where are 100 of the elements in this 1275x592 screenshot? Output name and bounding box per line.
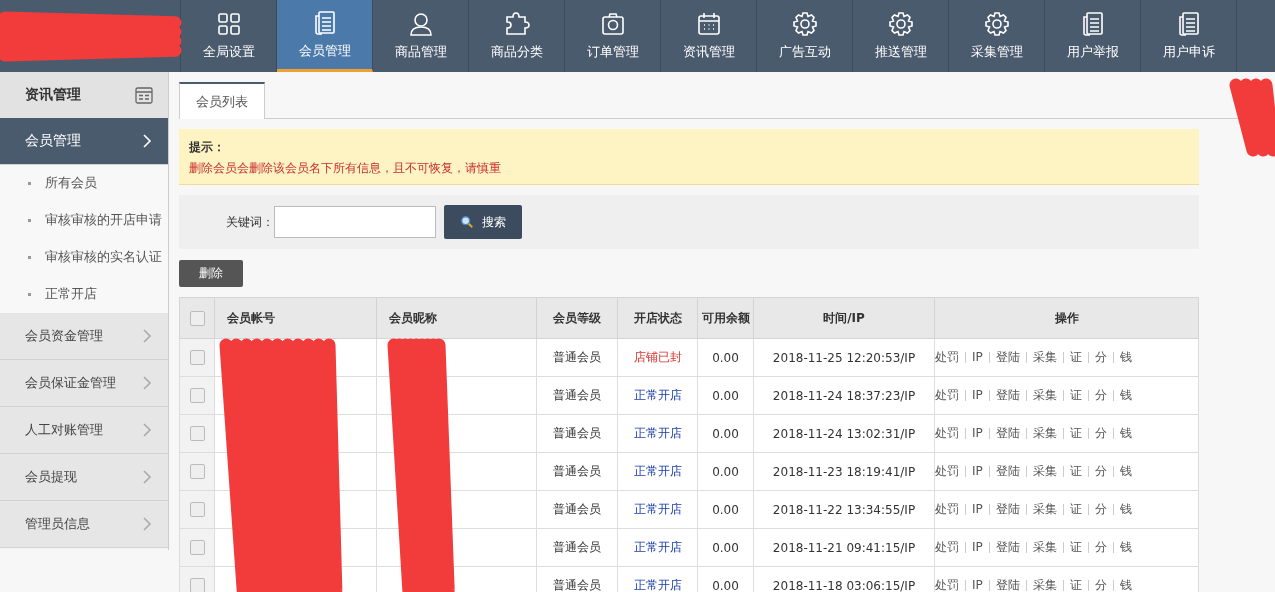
- table-cell: 0.00: [697, 452, 754, 491]
- action-link[interactable]: 处罚: [935, 464, 965, 478]
- tab[interactable]: 会员列表: [179, 82, 265, 119]
- action-link[interactable]: 采集: [1032, 464, 1063, 478]
- action-link[interactable]: 处罚: [935, 502, 965, 516]
- nav-tab[interactable]: 会员管理: [277, 0, 373, 72]
- action-link[interactable]: 处罚: [935, 388, 965, 402]
- action-link[interactable]: 处罚: [935, 426, 965, 440]
- action-link[interactable]: 登陆: [995, 350, 1026, 364]
- action-link[interactable]: IP: [972, 426, 989, 440]
- sidebar-group[interactable]: 人工对账管理: [0, 407, 168, 454]
- row-checkbox[interactable]: [189, 502, 205, 517]
- keyword-field[interactable]: [274, 206, 436, 238]
- action-link[interactable]: 钱: [1119, 502, 1138, 516]
- sidebar-item[interactable]: 所有会员: [0, 165, 168, 202]
- nav-tab[interactable]: 商品管理: [373, 0, 469, 72]
- select-all-checkbox[interactable]: [189, 310, 205, 326]
- action-link[interactable]: 证: [1069, 540, 1088, 554]
- action-link[interactable]: 登陆: [995, 502, 1026, 516]
- action-link[interactable]: 钱: [1119, 350, 1138, 364]
- gear-icon: [791, 11, 818, 37]
- action-link[interactable]: 采集: [1032, 350, 1063, 364]
- gear-icon: [887, 11, 914, 37]
- table-cell: 0.00: [697, 528, 754, 567]
- sidebar-group[interactable]: 会员提现: [0, 454, 168, 501]
- nav-tab[interactable]: 商品分类: [469, 0, 565, 72]
- sidebar-group[interactable]: 会员资金管理: [0, 313, 168, 360]
- action-link[interactable]: 登陆: [995, 578, 1026, 592]
- action-link[interactable]: IP: [972, 502, 989, 516]
- action-link[interactable]: 钱: [1119, 426, 1138, 440]
- table-cell: 2018-11-24 18:37:23/IP: [753, 376, 935, 415]
- sidebar-item[interactable]: 正常开店: [0, 276, 168, 313]
- action-link[interactable]: 登陆: [995, 388, 1026, 402]
- chevron-icon: [142, 133, 152, 149]
- nav-tab[interactable]: 广告互动: [757, 0, 853, 72]
- nav-tab[interactable]: 用户举报: [1045, 0, 1141, 72]
- table-cell: 2018-11-25 12:20:53/IP: [753, 338, 935, 377]
- column-header: 会员帐号: [214, 297, 377, 339]
- column-header: 时间/IP: [753, 297, 935, 339]
- notice-text: 删除会员会删除该会员名下所有信息，且不可恢复，请慎重: [189, 160, 502, 177]
- action-link[interactable]: 处罚: [935, 350, 965, 364]
- action-link[interactable]: 证: [1069, 578, 1088, 592]
- action-link[interactable]: 分: [1094, 464, 1113, 478]
- delete-button[interactable]: 删除: [179, 260, 243, 287]
- nav-tab[interactable]: 用户申诉: [1141, 0, 1237, 72]
- search-button[interactable]: 搜索: [444, 205, 522, 239]
- action-link[interactable]: 登陆: [995, 540, 1026, 554]
- action-link[interactable]: 采集: [1032, 426, 1063, 440]
- row-checkbox[interactable]: [189, 540, 205, 555]
- calendar-icon: [134, 85, 154, 105]
- nav-tab[interactable]: 订单管理: [565, 0, 661, 72]
- action-link[interactable]: 证: [1069, 464, 1088, 478]
- sidebar-group[interactable]: 管理员信息: [0, 501, 168, 548]
- sidebar-group[interactable]: 会员保证金管理: [0, 360, 168, 407]
- search-icon: [460, 215, 474, 229]
- sidebar-group[interactable]: 会员管理: [0, 118, 168, 165]
- action-link[interactable]: 钱: [1119, 388, 1138, 402]
- action-link[interactable]: IP: [972, 578, 989, 592]
- action-link[interactable]: 证: [1069, 502, 1088, 516]
- row-checkbox[interactable]: [189, 426, 205, 441]
- chevron-icon: [142, 422, 152, 438]
- action-link[interactable]: 采集: [1032, 578, 1063, 592]
- action-link[interactable]: 分: [1094, 502, 1113, 516]
- action-link[interactable]: 钱: [1119, 464, 1138, 478]
- action-link[interactable]: IP: [972, 540, 989, 554]
- action-link[interactable]: IP: [972, 464, 989, 478]
- action-link[interactable]: 采集: [1032, 388, 1063, 402]
- action-link[interactable]: 登陆: [995, 426, 1026, 440]
- action-link[interactable]: 处罚: [935, 578, 965, 592]
- action-link[interactable]: 证: [1069, 388, 1088, 402]
- action-link[interactable]: 分: [1094, 540, 1113, 554]
- action-link[interactable]: IP: [972, 350, 989, 364]
- action-link[interactable]: IP: [972, 388, 989, 402]
- action-link[interactable]: 证: [1069, 350, 1088, 364]
- chevron-icon: [142, 375, 152, 391]
- table-cell: 2018-11-22 13:34:55/IP: [753, 490, 935, 529]
- action-link[interactable]: 分: [1094, 426, 1113, 440]
- table-cell: 普通会员: [536, 528, 618, 567]
- nav-tab[interactable]: 采集管理: [949, 0, 1045, 72]
- nav-tab[interactable]: 资讯管理: [661, 0, 757, 72]
- action-link[interactable]: 采集: [1032, 540, 1063, 554]
- sidebar-item[interactable]: 审核审核的开店申请: [0, 202, 168, 239]
- action-link[interactable]: 处罚: [935, 540, 965, 554]
- action-link[interactable]: 分: [1094, 350, 1113, 364]
- action-link[interactable]: 登陆: [995, 464, 1026, 478]
- row-checkbox[interactable]: [189, 388, 205, 403]
- action-link[interactable]: 证: [1069, 426, 1088, 440]
- status-text: 店铺已封: [633, 350, 682, 364]
- row-checkbox[interactable]: [189, 350, 205, 365]
- action-link[interactable]: 钱: [1119, 540, 1138, 554]
- section-title: 资讯管理: [25, 86, 81, 104]
- action-link[interactable]: 钱: [1119, 578, 1138, 592]
- action-link[interactable]: 分: [1094, 578, 1113, 592]
- sidebar-item[interactable]: 审核审核的实名认证: [0, 239, 168, 276]
- column-header: 操作: [934, 297, 1199, 339]
- nav-tab[interactable]: 推送管理: [853, 0, 949, 72]
- action-link[interactable]: 采集: [1032, 502, 1063, 516]
- row-checkbox[interactable]: [189, 578, 205, 592]
- row-checkbox[interactable]: [189, 464, 205, 479]
- action-link[interactable]: 分: [1094, 388, 1113, 402]
